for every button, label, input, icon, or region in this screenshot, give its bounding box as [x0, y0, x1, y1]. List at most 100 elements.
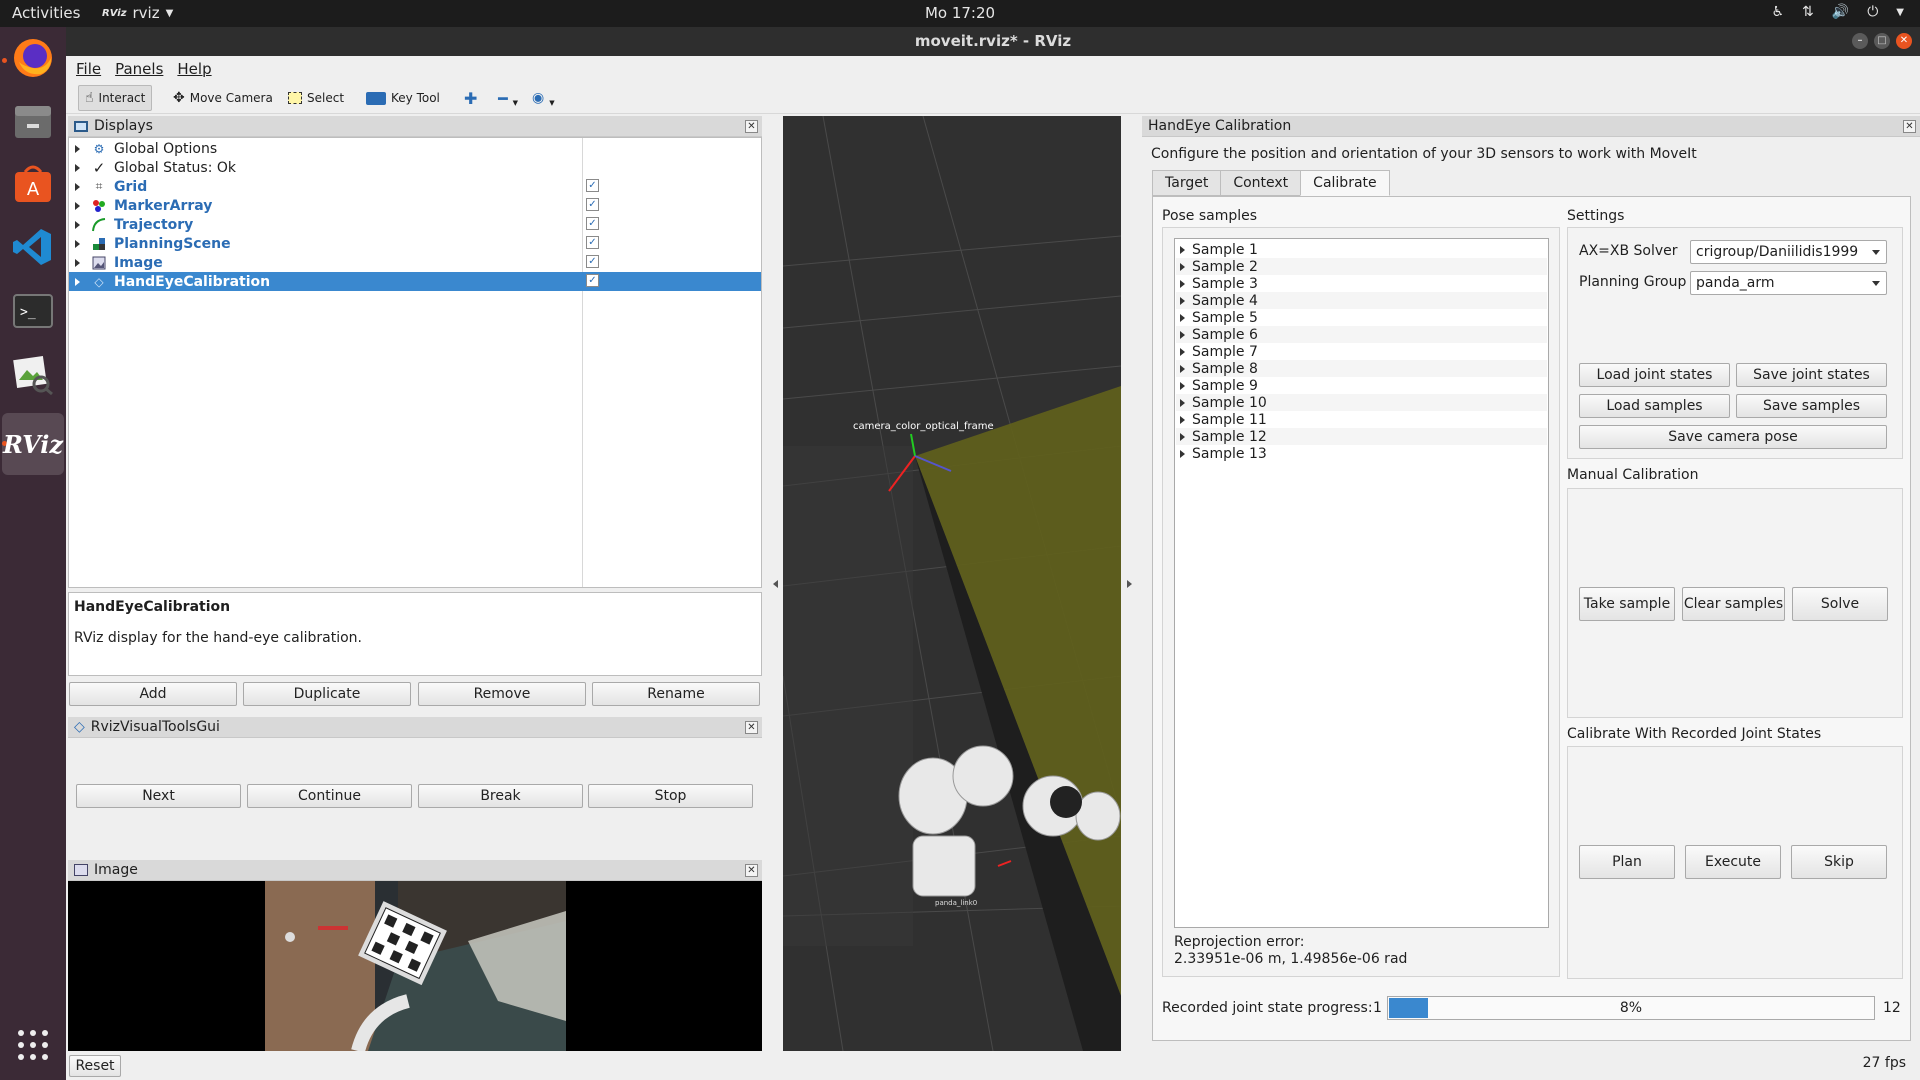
accessibility-icon[interactable]: ♿: [1771, 4, 1784, 20]
window-titlebar[interactable]: moveit.rviz* - RViz – □ ✕: [66, 27, 1920, 56]
network-icon[interactable]: ⇅: [1802, 4, 1814, 20]
files-icon[interactable]: [9, 98, 57, 146]
add-tool-button[interactable]: ✚: [457, 85, 484, 111]
expand-arrow-icon[interactable]: [1180, 279, 1185, 288]
app-menu[interactable]: RViz rviz ▼: [102, 4, 173, 22]
expand-arrow-icon[interactable]: [1180, 415, 1185, 424]
software-center-icon[interactable]: A: [9, 160, 57, 208]
visibility-checkbox[interactable]: ✓: [586, 217, 599, 230]
execute-button[interactable]: Execute: [1685, 845, 1781, 879]
close-icon[interactable]: ✕: [1903, 120, 1916, 133]
menu-file[interactable]: File: [76, 60, 101, 78]
sample-row[interactable]: Sample 13: [1176, 445, 1547, 462]
expand-arrow-icon[interactable]: [1180, 245, 1185, 254]
expand-arrow-icon[interactable]: [1180, 262, 1185, 271]
sample-row[interactable]: Sample 3: [1176, 275, 1547, 292]
add-display-button[interactable]: Add: [69, 682, 237, 706]
expand-arrow-icon[interactable]: [75, 258, 80, 267]
take-sample-button[interactable]: Take sample: [1579, 587, 1675, 621]
firefox-icon[interactable]: [9, 34, 57, 82]
expand-arrow-icon[interactable]: [1180, 432, 1185, 441]
continue-button[interactable]: Continue: [247, 784, 412, 808]
sample-row[interactable]: Sample 8: [1176, 360, 1547, 377]
move-camera-tool-button[interactable]: ✥ Move Camera: [166, 85, 280, 111]
collapse-right-icon[interactable]: [1127, 580, 1132, 588]
expand-arrow-icon[interactable]: [1180, 449, 1185, 458]
expand-arrow-icon[interactable]: [75, 201, 80, 210]
skip-button[interactable]: Skip: [1791, 845, 1887, 879]
chevron-down-icon[interactable]: ▼: [1896, 7, 1904, 18]
menu-panels[interactable]: Panels: [115, 60, 163, 78]
sample-row[interactable]: Sample 10: [1176, 394, 1547, 411]
close-icon[interactable]: ✕: [745, 721, 758, 734]
expand-arrow-icon[interactable]: [75, 182, 80, 191]
expand-arrow-icon[interactable]: [1180, 296, 1185, 305]
expand-arrow-icon[interactable]: [75, 220, 80, 229]
show-applications-icon[interactable]: [18, 1030, 48, 1060]
tab-target[interactable]: Target: [1152, 170, 1222, 196]
visibility-checkbox[interactable]: ✓: [586, 255, 599, 268]
expand-arrow-icon[interactable]: [75, 163, 80, 172]
sample-row[interactable]: Sample 5: [1176, 309, 1547, 326]
expand-arrow-icon[interactable]: [75, 239, 80, 248]
rename-display-button[interactable]: Rename: [592, 682, 760, 706]
expand-arrow-icon[interactable]: [1180, 330, 1185, 339]
sample-row[interactable]: Sample 7: [1176, 343, 1547, 360]
solver-dropdown[interactable]: crigroup/Daniilidis1999: [1690, 240, 1887, 264]
expand-arrow-icon[interactable]: [1180, 364, 1185, 373]
minimize-icon[interactable]: –: [1852, 33, 1868, 49]
expand-arrow-icon[interactable]: [1180, 381, 1185, 390]
sample-row[interactable]: Sample 11: [1176, 411, 1547, 428]
tree-item-grid[interactable]: ⌗ Grid ✓: [69, 177, 761, 196]
sample-row[interactable]: Sample 6: [1176, 326, 1547, 343]
clear-samples-button[interactable]: Clear samples: [1682, 587, 1785, 621]
plan-button[interactable]: Plan: [1579, 845, 1675, 879]
collapse-left-icon[interactable]: [773, 580, 778, 588]
volume-icon[interactable]: 🔊: [1832, 4, 1849, 20]
tree-item-global-options[interactable]: ⚙ Global Options: [69, 139, 761, 158]
select-tool-button[interactable]: Select: [281, 85, 351, 111]
tab-calibrate[interactable]: Calibrate: [1300, 170, 1390, 196]
save-camera-pose-button[interactable]: Save camera pose: [1579, 425, 1887, 449]
visibility-checkbox[interactable]: ✓: [586, 274, 599, 287]
reset-button[interactable]: Reset: [69, 1055, 121, 1077]
terminal-icon[interactable]: >_: [9, 287, 57, 335]
planning-group-dropdown[interactable]: panda_arm: [1690, 271, 1887, 295]
tree-item-planningscene[interactable]: PlanningScene ✓: [69, 234, 761, 253]
close-icon[interactable]: ✕: [745, 120, 758, 133]
stop-button[interactable]: Stop: [588, 784, 753, 808]
system-tray[interactable]: ♿ ⇅ 🔊 ⏻ ▼: [1771, 4, 1904, 20]
expand-arrow-icon[interactable]: [75, 144, 80, 153]
next-button[interactable]: Next: [76, 784, 241, 808]
power-icon[interactable]: ⏻: [1867, 4, 1878, 20]
tree-item-image[interactable]: Image ✓: [69, 253, 761, 272]
remove-tool-button[interactable]: ━ ▼: [491, 85, 525, 111]
save-samples-button[interactable]: Save samples: [1736, 394, 1887, 418]
expand-arrow-icon[interactable]: [1180, 398, 1185, 407]
duplicate-display-button[interactable]: Duplicate: [243, 682, 411, 706]
sample-row[interactable]: Sample 1: [1176, 241, 1547, 258]
eye-tool-button[interactable]: ◉ ▼: [525, 85, 562, 111]
expand-arrow-icon[interactable]: [75, 277, 80, 286]
sample-row[interactable]: Sample 12: [1176, 428, 1547, 445]
tree-item-global-status[interactable]: ✓ Global Status: Ok: [69, 158, 761, 177]
solve-button[interactable]: Solve: [1792, 587, 1888, 621]
remove-display-button[interactable]: Remove: [418, 682, 586, 706]
close-icon[interactable]: ✕: [1896, 33, 1912, 49]
tree-item-handeyecalibration[interactable]: ◇ HandEyeCalibration ✓: [69, 272, 761, 291]
activities-button[interactable]: Activities: [12, 4, 80, 22]
tree-item-trajectory[interactable]: Trajectory ✓: [69, 215, 761, 234]
visibility-checkbox[interactable]: ✓: [586, 179, 599, 192]
key-tool-button[interactable]: Key Tool: [359, 85, 447, 111]
save-joint-states-button[interactable]: Save joint states: [1736, 363, 1887, 387]
load-joint-states-button[interactable]: Load joint states: [1579, 363, 1730, 387]
rviz-icon[interactable]: RViz: [3, 420, 63, 468]
vscode-icon[interactable]: [9, 223, 57, 271]
sample-row[interactable]: Sample 2: [1176, 258, 1547, 275]
visibility-checkbox[interactable]: ✓: [586, 236, 599, 249]
break-button[interactable]: Break: [418, 784, 583, 808]
expand-arrow-icon[interactable]: [1180, 313, 1185, 322]
tab-context[interactable]: Context: [1220, 170, 1302, 196]
image-viewer-icon[interactable]: [9, 350, 57, 398]
tree-item-markerarray[interactable]: MarkerArray ✓: [69, 196, 761, 215]
